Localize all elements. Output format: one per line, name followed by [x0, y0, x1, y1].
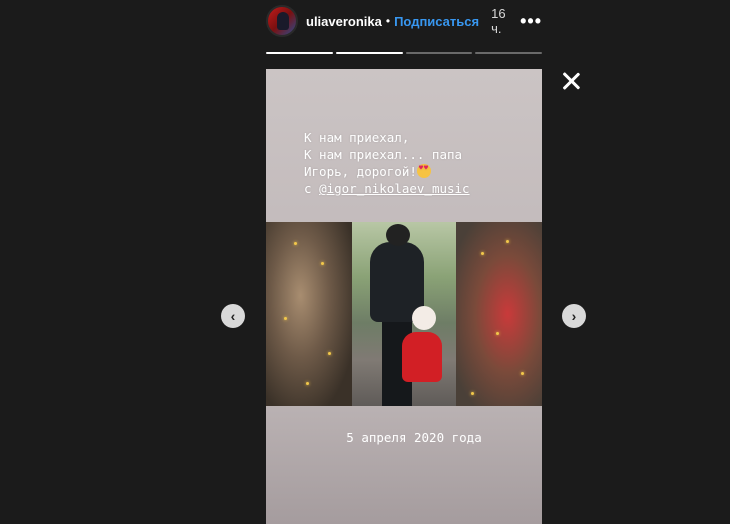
story-photo	[266, 222, 542, 406]
sparkle	[496, 332, 499, 335]
chevron-left-icon[interactable]: ‹	[221, 304, 245, 328]
caption-line: К нам приехал,	[304, 130, 410, 145]
close-icon[interactable]	[560, 70, 582, 92]
story-header: uliaveronika • Подписаться 16 ч. •••	[266, 4, 542, 38]
progress-segment	[266, 52, 333, 54]
story-date: 5 апреля 2020 года	[346, 430, 482, 445]
caption-prefix: с	[304, 181, 320, 196]
photo-figure	[386, 224, 410, 246]
story-progress-bar	[266, 52, 542, 54]
sparkle	[471, 392, 474, 395]
photo-blur-left	[266, 222, 352, 406]
chevron-right-icon[interactable]: ›	[562, 304, 586, 328]
sparkle	[294, 242, 297, 245]
post-time: 16 ч.	[491, 6, 506, 36]
username-link[interactable]: uliaveronika	[306, 14, 382, 29]
sparkle	[321, 262, 324, 265]
photo-blur-right	[456, 222, 542, 406]
story-caption: К нам приехал, К нам приехал... папа Иго…	[304, 129, 534, 197]
caption-line: Игорь, дорогой!	[304, 164, 417, 179]
mention-link[interactable]: @igor_nikolaev_music	[319, 181, 470, 196]
avatar[interactable]	[266, 5, 298, 37]
photo-main	[352, 222, 456, 406]
progress-segment	[475, 52, 542, 54]
sparkle	[506, 240, 509, 243]
sparkle	[284, 317, 287, 320]
sparkle	[481, 252, 484, 255]
sparkle	[521, 372, 524, 375]
photo-figure	[402, 332, 442, 382]
separator-dot: •	[385, 14, 391, 28]
photo-figure	[412, 306, 436, 330]
story-frame[interactable]: К нам приехал, К нам приехал... папа Иго…	[266, 69, 542, 524]
progress-segment	[335, 52, 403, 54]
progress-segment	[405, 52, 473, 54]
sparkle	[306, 382, 309, 385]
caption-line: К нам приехал... папа	[304, 147, 463, 162]
sparkle	[328, 352, 331, 355]
heart-eyes-emoji-icon	[416, 164, 431, 178]
more-options-icon[interactable]: •••	[520, 12, 542, 30]
follow-button[interactable]: Подписаться	[394, 14, 479, 29]
